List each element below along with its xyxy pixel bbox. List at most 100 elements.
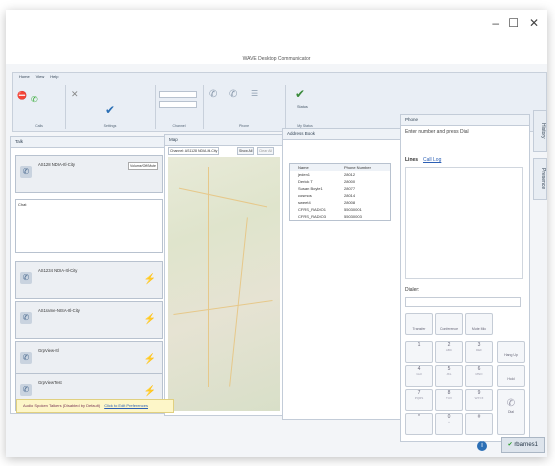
map-panel: Map Channel: AS1128 NDIA-Itl-City Show A… <box>164 134 284 416</box>
ptt-phone-icon[interactable]: ✆ <box>20 166 32 178</box>
key-3[interactable]: 3 DEF <box>465 341 493 363</box>
clear-all-button[interactable]: Clear All <box>257 147 275 155</box>
signal-icon: ⚡ <box>143 314 156 325</box>
info-icon[interactable]: i <box>477 441 487 451</box>
chat-label: Chat <box>18 202 27 207</box>
table-row[interactable]: CFRS_RADIO1 55030001 <box>290 206 390 213</box>
transfer-button[interactable]: Transfer <box>405 313 433 335</box>
ribbon-group-calls: ⛔ ✆ Calls <box>13 85 66 129</box>
phone-hold-icon[interactable]: ✆ <box>229 89 237 100</box>
status-icon[interactable]: ✔ <box>295 87 305 101</box>
minimize-button[interactable]: – <box>492 16 499 30</box>
ptt-phone-icon[interactable]: ✆ <box>20 312 32 324</box>
end-call-icon[interactable]: ⛔ <box>17 91 27 100</box>
map-road <box>173 300 273 315</box>
ribbon-group-phone: ✆ ✆ ☰ Phone <box>203 85 286 129</box>
map-road <box>178 187 268 208</box>
table-row[interactable]: Derick T 28000 <box>290 178 390 185</box>
map-header: Map <box>165 135 283 146</box>
key-4[interactable]: 4 GHI <box>405 365 433 387</box>
dial-button[interactable]: ✆ Dial <box>497 389 525 435</box>
key-star[interactable]: * <box>405 413 433 435</box>
check-icon[interactable]: ✔ <box>105 103 115 117</box>
edit-preferences-link[interactable]: Click to Edit Preferences <box>104 403 148 408</box>
signal-icon: ⚡ <box>143 354 156 365</box>
phone-options-icon[interactable]: ☰ <box>251 89 258 98</box>
map-channel-select[interactable]: Channel: AS1128 NDIA-Itl-City <box>168 147 220 155</box>
address-book-header: Address Book <box>283 129 401 140</box>
ribbon-group-settings: ✕ ✔ Settings <box>65 85 156 129</box>
key-6[interactable]: 6 MNO <box>465 365 493 387</box>
key-hash[interactable]: # <box>465 413 493 435</box>
hang-up-button[interactable]: Hang Up <box>497 341 525 363</box>
channel-select-2[interactable] <box>159 101 197 108</box>
table-row[interactable]: CFRS_RADIO3 55030003 <box>290 213 390 220</box>
channel-select[interactable] <box>159 91 197 98</box>
channels-header: Talk <box>11 137 169 148</box>
channel-card[interactable]: ✆ AS1rame-NISA-Itl-City ⚡ <box>15 301 163 339</box>
title-bar: WAVE Desktop Communicator – ☐ ✕ <box>6 10 547 64</box>
map-view[interactable] <box>168 157 280 411</box>
channel-name: AS128 NDIA-Itl-City <box>38 162 75 167</box>
mute-icon[interactable]: ✕ <box>71 89 79 100</box>
tab-view[interactable]: View <box>36 74 45 79</box>
channel-name: AS1234 NDIA-Itl-City <box>38 268 78 273</box>
username: rbarnes1 <box>514 442 538 448</box>
address-book-panel: Address Book Name Phone Number jeden1 280… <box>282 128 402 420</box>
channel-name: GrpViewTest <box>38 380 62 385</box>
signal-icon: ⚡ <box>143 274 156 285</box>
key-0[interactable]: 0 + <box>435 413 463 435</box>
address-table: Name Phone Number jeden1 28012 Derick T 28… <box>289 163 391 221</box>
channel-card[interactable]: ✆ AS1234 NDIA-Itl-City ⚡ <box>15 261 163 299</box>
tab-presence[interactable]: Presence <box>533 158 547 200</box>
mute-mic-button[interactable]: Mute Mic <box>465 313 493 335</box>
key-5[interactable]: 5 JKL <box>435 365 463 387</box>
tab-call-log[interactable]: Call Log <box>423 157 441 163</box>
phone-panel: Phone Enter number and press Dial Lines … <box>400 114 530 442</box>
ptt-phone-icon[interactable]: ✆ <box>20 352 32 364</box>
table-header-row: Name Phone Number <box>290 164 390 171</box>
ribbon-tabs: Home View Help <box>19 74 59 79</box>
ribbon-group-status: ✔ Status My Status <box>295 87 313 128</box>
window-title: WAVE Desktop Communicator <box>242 56 311 62</box>
user-status-button[interactable]: ✔ rbarnes1 <box>500 437 545 453</box>
tab-home[interactable]: Home <box>19 74 30 79</box>
table-row[interactable]: jeden1 28012 <box>290 171 390 178</box>
volume-tooltip: Volume/Off/Mute <box>127 162 158 170</box>
status-message: Audio Spoken Talkers (Disabled by Defaul… <box>16 399 174 413</box>
key-1[interactable]: 1 <box>405 341 433 363</box>
show-all-button[interactable]: Show All <box>237 147 255 155</box>
status-button-label[interactable]: Status <box>297 105 308 109</box>
chat-area[interactable]: Chat <box>15 199 163 253</box>
tab-help[interactable]: Help <box>50 74 58 79</box>
channel-name: GrpView-Itl <box>38 348 59 353</box>
key-7[interactable]: 7 PQRS <box>405 389 433 411</box>
status-text: Audio Spoken Talkers (Disabled by Defaul… <box>23 403 101 408</box>
ribbon-group-channel: Channel <box>155 85 204 129</box>
dialer-label: Dialer: <box>405 287 420 293</box>
ptt-phone-icon[interactable]: ✆ <box>20 272 32 284</box>
maximize-button[interactable]: ☐ <box>508 16 519 30</box>
column-header-number: Phone Number <box>344 165 371 170</box>
key-9[interactable]: 9 WXYZ <box>465 389 493 411</box>
phone-icon[interactable]: ✆ <box>209 89 217 100</box>
conference-button[interactable]: Conference <box>435 313 463 335</box>
tab-lines[interactable]: Lines <box>405 157 418 163</box>
online-check-icon: ✔ <box>507 442 513 448</box>
dialer-input[interactable] <box>405 297 521 307</box>
table-row[interactable]: Susan Boyle1 28077 <box>290 185 390 192</box>
map-road <box>229 217 248 387</box>
hold-button[interactable]: Hold <box>497 365 525 387</box>
table-row[interactable]: cosmos 28014 <box>290 192 390 199</box>
channel-card[interactable]: ✆ AS128 NDIA-Itl-City Volume/Off/Mute <box>15 155 163 193</box>
tab-history[interactable]: History <box>533 110 547 152</box>
channels-panel: Talk ✆ AS128 NDIA-Itl-City Volume/Off/Mu… <box>10 136 170 414</box>
answer-icon[interactable]: ✆ <box>31 95 38 104</box>
table-row[interactable]: sweet4 28008 <box>290 199 390 206</box>
lines-list <box>405 167 523 279</box>
close-button[interactable]: ✕ <box>529 16 539 30</box>
ptt-phone-icon[interactable]: ✆ <box>20 384 32 396</box>
key-2[interactable]: 2 ABC <box>435 341 463 363</box>
app-window: WAVE Desktop Communicator – ☐ ✕ Home Vie… <box>6 10 547 457</box>
key-8[interactable]: 8 TUV <box>435 389 463 411</box>
